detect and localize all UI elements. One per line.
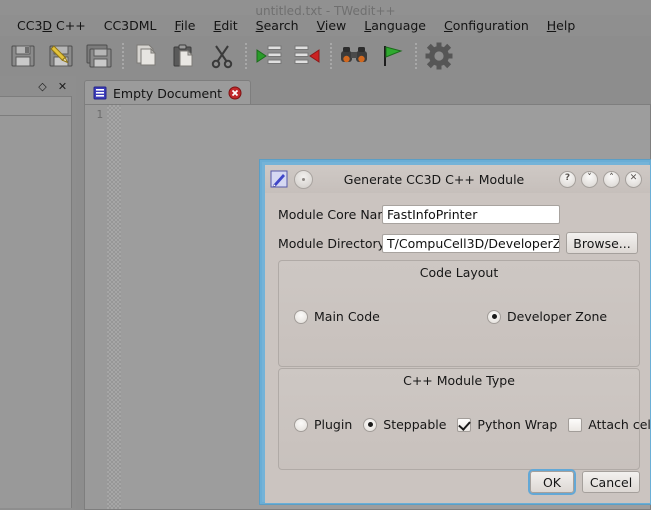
tab-close-icon[interactable] xyxy=(228,86,242,100)
toolbar-copy-button[interactable] xyxy=(127,38,165,74)
save-all-icon xyxy=(86,43,112,69)
module-directory-input[interactable]: T/CompuCell3D/DeveloperZone xyxy=(382,234,560,253)
help-button[interactable]: ? xyxy=(559,171,576,188)
menu-help[interactable]: Help xyxy=(538,17,585,35)
menu-view[interactable]: View xyxy=(308,17,356,35)
toolbar-save-button[interactable] xyxy=(4,38,42,74)
main-code-label: Main Code xyxy=(314,309,380,324)
dialog-window-buttons: ? ˅ ˄ ✕ xyxy=(559,171,650,188)
steppable-radio-indicator[interactable] xyxy=(363,418,377,432)
window-title: untitled.txt - TWedit++ xyxy=(255,5,395,15)
toolbar-separator-2 xyxy=(241,41,250,71)
python-wrap-checkbox-indicator[interactable] xyxy=(457,418,471,432)
dock-list-header xyxy=(0,97,71,116)
menu-cc3d-cpp[interactable]: CC3D C++ xyxy=(8,17,95,35)
module-core-name-input[interactable]: FastInfoPrinter xyxy=(382,205,560,224)
cut-icon xyxy=(209,43,235,69)
python-wrap-label: Python Wrap xyxy=(477,417,557,432)
menubar: CC3D C++ CC3DML File Edit Search View La… xyxy=(0,15,651,36)
menu-file[interactable]: File xyxy=(166,17,205,35)
generate-module-dialog-frame: Generate CC3D C++ Module ? ˅ ˄ ✕ Module … xyxy=(260,160,651,504)
toolbar-separator-4 xyxy=(411,41,420,71)
toolbar-settings-button[interactable] xyxy=(420,38,458,74)
save-icon xyxy=(10,43,36,69)
dock-body xyxy=(0,96,72,508)
steppable-label: Steppable xyxy=(383,417,446,432)
toolbar-indent-button[interactable] xyxy=(250,38,288,74)
twedit-app-icon xyxy=(270,170,288,188)
unindent-icon xyxy=(293,43,321,69)
shade-up-button[interactable]: ˄ xyxy=(603,171,620,188)
dialog-titlebar[interactable]: Generate CC3D C++ Module ? ˅ ˄ ✕ xyxy=(265,165,650,193)
application-window: untitled.txt - TWedit++ CC3D C++ CC3DML … xyxy=(0,0,651,510)
module-type-title: C++ Module Type xyxy=(279,373,639,388)
bookmark-flag-icon xyxy=(379,43,405,69)
settings-gear-icon xyxy=(425,42,453,70)
close-button[interactable]: ✕ xyxy=(625,171,642,188)
dialog-action-buttons: OK Cancel xyxy=(530,471,640,493)
developer-zone-radio-indicator[interactable] xyxy=(487,310,501,324)
menu-configuration[interactable]: Configuration xyxy=(435,17,538,35)
cancel-button[interactable]: Cancel xyxy=(582,471,640,493)
save-as-icon xyxy=(48,43,74,69)
attach-cell-attr-label: Attach cell attr xyxy=(588,417,651,432)
tab-label: Empty Document xyxy=(113,86,222,101)
document-icon xyxy=(93,86,107,100)
radio-developer-zone[interactable]: Developer Zone xyxy=(487,309,607,324)
window-titlebar: untitled.txt - TWedit++ xyxy=(0,0,651,15)
dock-header: ◇ ✕ xyxy=(0,76,76,96)
module-core-name-label: Module Core Name xyxy=(278,207,382,222)
module-directory-label: Module Directory xyxy=(278,236,382,251)
plugin-label: Plugin xyxy=(314,417,352,432)
paste-icon xyxy=(171,43,197,69)
toolbar-separator xyxy=(118,41,127,71)
toolbar-unindent-button[interactable] xyxy=(288,38,326,74)
toolbar-paste-button[interactable] xyxy=(165,38,203,74)
toolbar-save-as-button[interactable] xyxy=(42,38,80,74)
toolbar-find-button[interactable] xyxy=(335,38,373,74)
radio-main-code[interactable]: Main Code xyxy=(294,309,487,324)
editor-tabbar: Empty Document xyxy=(84,78,251,105)
toolbar-save-all-button[interactable] xyxy=(80,38,118,74)
line-number-gutter: 1 xyxy=(85,105,107,509)
copy-icon xyxy=(133,43,159,69)
menu-language[interactable]: Language xyxy=(355,17,435,35)
dialog-title: Generate CC3D C++ Module xyxy=(313,172,559,187)
code-layout-title: Code Layout xyxy=(279,265,639,280)
code-layout-group: Code Layout Main Code Developer Zone xyxy=(278,260,640,367)
tab-empty-document[interactable]: Empty Document xyxy=(84,80,251,105)
checkbox-attach-cell-attr[interactable]: Attach cell attr xyxy=(568,417,651,432)
developer-zone-label: Developer Zone xyxy=(507,309,607,324)
indent-icon xyxy=(255,43,283,69)
toolbar-cut-button[interactable] xyxy=(203,38,241,74)
checkbox-python-wrap[interactable]: Python Wrap xyxy=(457,417,557,432)
generate-module-dialog: Generate CC3D C++ Module ? ˅ ˄ ✕ Module … xyxy=(265,165,650,503)
radio-plugin[interactable]: Plugin xyxy=(294,417,352,432)
find-icon xyxy=(339,43,369,69)
folding-margin[interactable] xyxy=(107,105,121,509)
shade-down-button[interactable]: ˅ xyxy=(581,171,598,188)
close-icon[interactable]: ✕ xyxy=(57,81,68,92)
toolbar-bookmark-button[interactable] xyxy=(373,38,411,74)
menu-search[interactable]: Search xyxy=(247,17,308,35)
toolbar xyxy=(0,36,651,76)
module-type-group: C++ Module Type Plugin Steppable Python … xyxy=(278,368,640,470)
line-number: 1 xyxy=(85,108,103,121)
main-code-radio-indicator[interactable] xyxy=(294,310,308,324)
browse-button[interactable]: Browse... xyxy=(566,232,638,254)
toolbar-separator-3 xyxy=(326,41,335,71)
left-dock-panel: ◇ ✕ xyxy=(0,76,77,510)
window-menu-icon[interactable] xyxy=(294,170,313,189)
menu-cc3dml[interactable]: CC3DML xyxy=(95,17,166,35)
dock-list-content[interactable] xyxy=(0,116,71,508)
radio-steppable[interactable]: Steppable xyxy=(363,417,446,432)
module-core-name-row: Module Core Name FastInfoPrinter xyxy=(278,205,640,224)
menu-edit[interactable]: Edit xyxy=(204,17,246,35)
plugin-radio-indicator[interactable] xyxy=(294,418,308,432)
module-directory-row: Module Directory T/CompuCell3D/Developer… xyxy=(278,232,650,254)
float-icon[interactable]: ◇ xyxy=(37,81,48,92)
ok-button[interactable]: OK xyxy=(530,471,574,493)
attach-cell-attr-checkbox-indicator[interactable] xyxy=(568,418,582,432)
